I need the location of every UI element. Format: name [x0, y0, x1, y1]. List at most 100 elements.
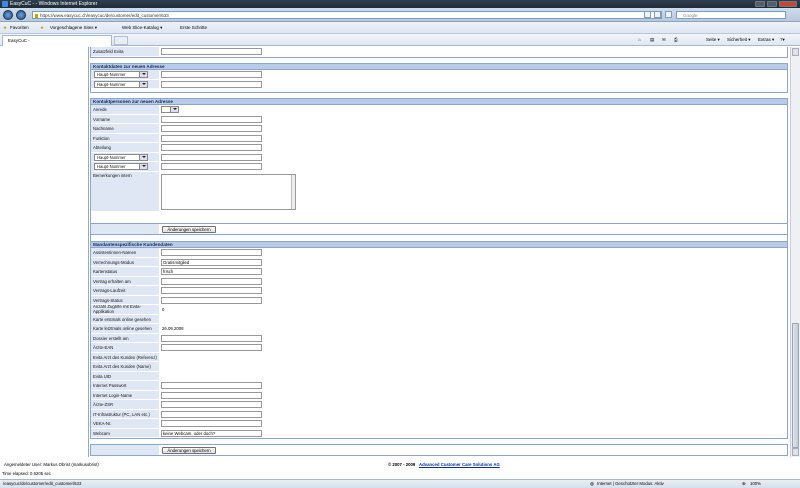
client-field-input[interactable]: Gratismitglied	[161, 258, 262, 266]
form-row: Haupt-Nummer	[91, 152, 787, 162]
stop-icon[interactable]	[654, 11, 661, 18]
zoom-icon[interactable]: ⊕	[742, 480, 746, 488]
salutation-select[interactable]	[161, 106, 179, 113]
client-field-input[interactable]	[161, 287, 262, 294]
fav-link-getting-started[interactable]: Erste Schritte	[180, 22, 207, 34]
phone-type-select[interactable]: Haupt-Nummer	[94, 71, 148, 78]
search-input[interactable]: Google	[676, 11, 786, 19]
page-scrollbar[interactable]	[790, 47, 800, 457]
extra-field-label: Zusatzfeld Evita	[91, 47, 159, 56]
client-row: Dossier erstellt am	[91, 333, 787, 343]
save-panel: Änderungen speichern	[90, 223, 788, 235]
phone-input[interactable]	[161, 153, 262, 161]
chevron-down-icon	[142, 82, 146, 85]
lock-icon	[35, 13, 38, 18]
department-label: Abteilung	[91, 143, 159, 152]
lastname-label: Nachname	[91, 124, 159, 133]
print-icon[interactable]: ⎙	[674, 34, 678, 46]
phone-input[interactable]	[161, 71, 262, 78]
client-field-input[interactable]	[161, 401, 262, 408]
form-row: Vorname	[91, 114, 787, 124]
client-field-input[interactable]	[161, 382, 262, 389]
client-field-label: Dossier erstellt am	[91, 333, 159, 342]
client-row: Kartenstatus frisch	[91, 267, 787, 277]
phone-input[interactable]	[161, 163, 262, 170]
client-field-label: Ärzte-ZSR	[91, 400, 159, 409]
chevron-down-icon	[142, 155, 146, 158]
cmd-page[interactable]: Seite ▾	[706, 34, 720, 46]
save-button-bottom[interactable]: Änderungen speichern	[162, 447, 216, 454]
department-input[interactable]	[161, 144, 262, 151]
cmd-help[interactable]: ?▾	[780, 34, 785, 46]
address-url: https://www.easycuc.ch/easycuc/de/custom…	[40, 13, 169, 18]
remarks-textarea[interactable]	[161, 173, 296, 210]
client-field-input[interactable]	[161, 334, 262, 342]
maximize-button[interactable]	[767, 1, 777, 7]
client-field-value: 0	[162, 307, 165, 312]
client-field-label: Internet Passwort	[91, 381, 159, 390]
page-footer: Angemeldeter User: Markus Obrist (markus…	[0, 457, 790, 467]
address-bar[interactable]: https://www.easycuc.ch/easycuc/de/custom…	[32, 11, 662, 19]
security-zone[interactable]: Internet | Geschützter Modus: Aktiv	[597, 480, 664, 488]
zoom-level[interactable]: 100%	[750, 480, 761, 488]
client-row: Karte erstmals online gesehen	[91, 314, 787, 324]
back-icon[interactable]	[3, 10, 13, 20]
favorites-button[interactable]: Favoriten	[10, 22, 29, 34]
home-icon[interactable]: ⌂	[638, 34, 641, 46]
client-field-input[interactable]: keine Webcam, oder doch?	[161, 429, 262, 437]
cmd-security[interactable]: Sicherheit ▾	[727, 34, 751, 46]
client-field-input[interactable]	[161, 249, 262, 256]
textarea-scrollbar[interactable]	[291, 174, 295, 209]
company-link[interactable]: Advanced Customer Care Solutions AG	[419, 462, 500, 467]
save-button[interactable]: Änderungen speichern	[162, 226, 216, 233]
scroll-down-icon[interactable]	[792, 448, 799, 456]
copyright: © 2007 - 2009	[388, 462, 416, 467]
tab-easycuc[interactable]: EasyCuC -	[2, 35, 112, 46]
chevron-down-icon	[173, 108, 177, 110]
fav-link-suggested[interactable]: Vorgeschlagene Sites ▾	[50, 22, 97, 34]
firstname-input[interactable]	[161, 115, 262, 123]
ie-icon	[2, 1, 8, 7]
form-row: Funktion	[91, 133, 787, 143]
client-field-input[interactable]	[161, 410, 262, 418]
mail-icon[interactable]: ✉	[662, 34, 666, 46]
client-field-input[interactable]: frisch	[161, 268, 262, 275]
lastname-input[interactable]	[161, 125, 262, 132]
phone-input[interactable]	[161, 80, 262, 88]
client-field-input[interactable]	[161, 391, 262, 399]
extra-field-input[interactable]	[161, 48, 262, 55]
add-favorite-icon[interactable]: ★	[40, 22, 44, 34]
client-row: Internet Passwort	[91, 381, 787, 391]
client-field-input[interactable]	[161, 420, 262, 427]
fav-link-webslice[interactable]: Web Slice-Katalog ▾	[122, 22, 162, 34]
forward-icon[interactable]	[16, 10, 26, 20]
client-row: Verrechnungs-Modus Gratismitglied	[91, 257, 787, 267]
refresh-icon[interactable]	[644, 11, 651, 18]
close-button[interactable]	[779, 1, 797, 7]
navigation-bar: https://www.easycuc.ch/easycuc/de/custom…	[0, 8, 800, 22]
new-tab-button[interactable]	[114, 36, 128, 45]
client-row: Evita Arzt des Kunden (Name)	[91, 362, 787, 372]
function-input[interactable]	[161, 134, 262, 142]
time-elapsed: Time elapsed: 0.6205 sec	[0, 469, 800, 479]
scroll-up-icon[interactable]	[792, 48, 799, 56]
client-field-label: Verrechnungs-Modus	[91, 257, 159, 266]
star-icon[interactable]: ★	[3, 22, 7, 34]
client-field-input[interactable]	[161, 277, 262, 285]
chevron-down-icon	[142, 165, 146, 167]
function-label: Funktion	[91, 133, 159, 142]
scroll-thumb[interactable]	[792, 323, 799, 448]
feeds-icon[interactable]: ▤	[650, 34, 654, 46]
client-row: Webcam keine Webcam, oder doch?	[91, 428, 787, 438]
client-field-input[interactable]	[161, 344, 262, 351]
phone-type-select[interactable]: Haupt-Nummer	[94, 153, 148, 161]
search-provider-icon[interactable]	[665, 11, 672, 18]
client-field-input[interactable]	[161, 296, 262, 304]
phone-type-select[interactable]: Haupt-Nummer	[94, 163, 148, 170]
phone-type-select[interactable]: Haupt-Nummer	[94, 80, 148, 88]
globe-icon: ◍	[590, 481, 594, 486]
tab-bar: EasyCuC - ⌂ ▤ ✉ ⎙ Seite ▾ Sicherheit ▾ E…	[0, 34, 800, 46]
minimize-button[interactable]	[755, 1, 765, 7]
cmd-tools[interactable]: Extras ▾	[758, 34, 774, 46]
client-row: IT-Infrastruktur (PC, LAN etc.)	[91, 409, 787, 419]
